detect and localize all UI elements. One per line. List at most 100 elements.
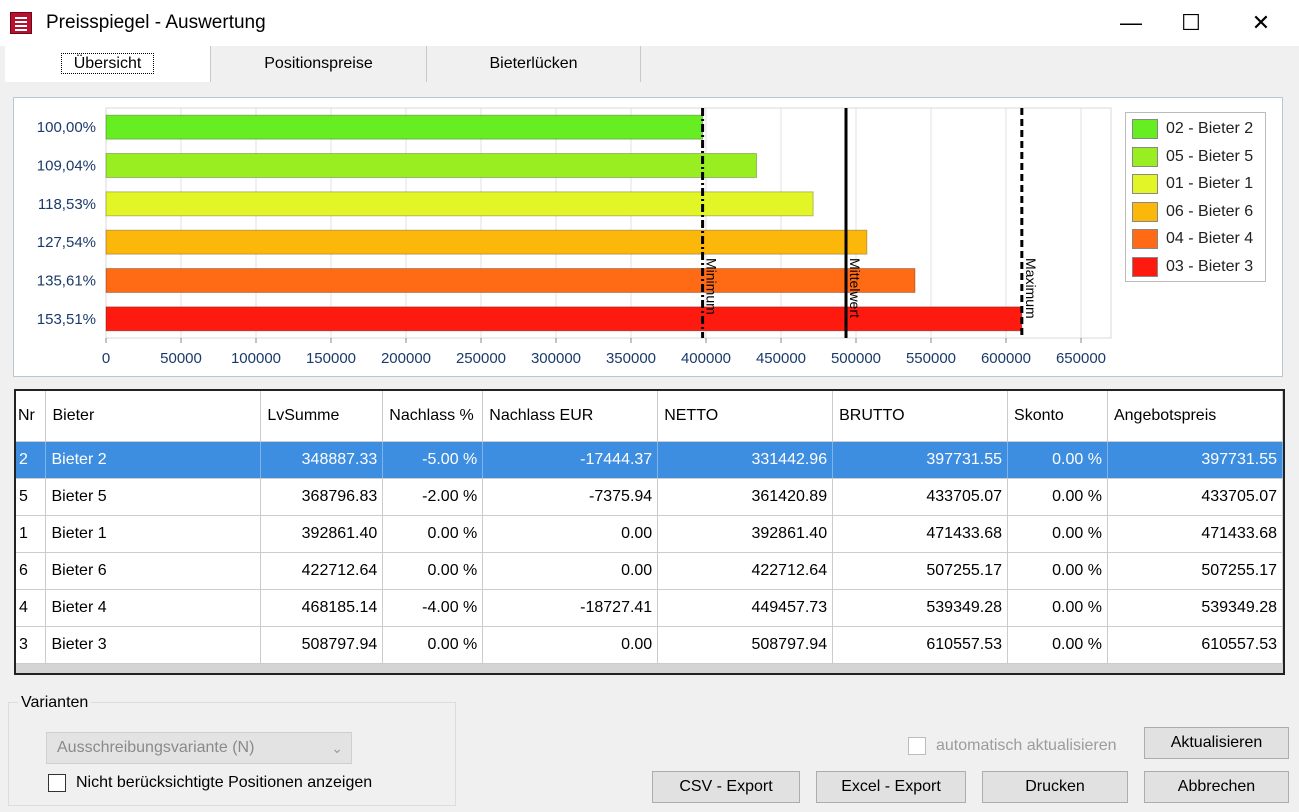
table-header-row: Nr Bieter LvSumme Nachlass % Nachlass EU…: [16, 391, 1283, 442]
maximize-button[interactable]: ☐: [1161, 0, 1221, 46]
cell-angebotspreis: 433705.07: [1107, 478, 1283, 516]
window-title: Preisspiegel - Auswertung: [46, 12, 266, 33]
cell-lvsumme: 368796.83: [260, 478, 384, 516]
axis-tick-label: 100000: [231, 350, 281, 367]
category-label: 153,51%: [37, 311, 96, 328]
cell-netto: 392861.40: [657, 515, 834, 553]
column-header-netto[interactable]: NETTO: [657, 391, 834, 442]
auto-update-checkbox: [908, 737, 926, 755]
variant-select-value: Ausschreibungsvariante (N): [57, 739, 255, 756]
tab-uebersicht-label: Übersicht: [60, 53, 155, 74]
bar: [105, 191, 814, 217]
bidder-table: Nr Bieter LvSumme Nachlass % Nachlass EU…: [16, 391, 1283, 664]
cell-netto: 361420.89: [657, 478, 834, 516]
cell-nachlass-percent: -2.00 %: [382, 478, 484, 516]
tab-bieterluecken-label: Bieterlücken: [489, 55, 578, 72]
cell-lvsumme: 392861.40: [260, 515, 384, 553]
cell-brutto: 471433.68: [832, 515, 1009, 553]
legend-swatch: [1132, 174, 1158, 194]
legend-label: 04 - Bieter 4: [1166, 230, 1254, 247]
variant-select: Ausschreibungsvariante (N) ⌄: [46, 732, 352, 764]
show-unconsidered-label: Nicht berücksichtigte Positionen anzeige…: [76, 774, 373, 791]
cell-nachlass-percent: 0.00 %: [382, 552, 484, 590]
cell-skonto: 0.00 %: [1007, 552, 1108, 590]
column-header-angebotspreis[interactable]: Angebotspreis: [1107, 391, 1283, 442]
legend-swatch: [1132, 201, 1158, 222]
app-icon: [10, 12, 32, 34]
axis-tick-label: 0: [102, 350, 110, 367]
legend-label: 06 - Bieter 6: [1166, 202, 1254, 220]
column-header-nachlass-percent[interactable]: Nachlass %: [382, 391, 484, 442]
print-button[interactable]: Drucken: [982, 771, 1128, 803]
table-row[interactable]: 3 Bieter 3 508797.94 0.00 % 0.00 508797.94 610…: [16, 626, 1283, 664]
cell-bieter: Bieter 4: [45, 589, 262, 627]
axis-tick-label: 200000: [381, 350, 431, 367]
tab-bieterluecken[interactable]: Bieterlücken: [427, 46, 641, 82]
cell-brutto: 539349.28: [832, 589, 1009, 627]
cell-nachlass-eur: 0.00: [482, 552, 659, 590]
close-button[interactable]: ✕: [1231, 0, 1291, 46]
legend-swatch: [1132, 146, 1158, 167]
cell-bieter: Bieter 1: [45, 515, 262, 553]
minimize-button[interactable]: —: [1101, 0, 1161, 46]
auto-update-label: automatisch aktualisieren: [936, 737, 1117, 754]
cell-angebotspreis: 507255.17: [1107, 552, 1283, 590]
table-row[interactable]: 5 Bieter 5 368796.83 -2.00 % -7375.94 361420.…: [16, 478, 1283, 516]
cell-brutto: 507255.17: [832, 552, 1009, 590]
table-row[interactable]: 4 Bieter 4 468185.14 -4.00 % -18727.41 449457…: [16, 589, 1283, 627]
variants-group-title: Varianten: [18, 694, 92, 712]
cell-nachlass-eur: 0.00: [482, 626, 659, 664]
legend-label: 05 - Bieter 5: [1166, 147, 1254, 165]
cancel-button[interactable]: Abbrechen: [1144, 771, 1289, 803]
cell-bieter: Bieter 5: [45, 478, 262, 516]
legend-label: 01 - Bieter 1: [1166, 175, 1254, 192]
cell-skonto: 0.00 %: [1007, 626, 1108, 664]
table-row[interactable]: 1 Bieter 1 392861.40 0.00 % 0.00 392861.40 471…: [16, 515, 1283, 553]
price-chart: 100,00% 109,04% 118,53% 127,54% 135,61% 153,5…: [37, 107, 1112, 367]
bar: [105, 229, 868, 255]
cell-lvsumme: 422712.64: [260, 552, 384, 590]
cell-skonto: 0.00 %: [1007, 441, 1108, 479]
cell-angebotspreis: 610557.53: [1107, 626, 1283, 664]
show-unconsidered-checkbox[interactable]: [48, 774, 66, 792]
reference-line-label: Maximum: [1023, 258, 1039, 319]
column-header-bieter[interactable]: Bieter: [45, 391, 262, 442]
title-bar: Preisspiegel - Auswertung — ☐ ✕: [0, 0, 1299, 46]
cell-angebotspreis: 471433.68: [1107, 515, 1283, 553]
tab-uebersicht[interactable]: Übersicht: [5, 46, 211, 82]
legend-swatch: [1132, 119, 1158, 139]
cell-netto: 331442.96: [657, 441, 834, 479]
column-header-lvsumme[interactable]: LvSumme: [260, 391, 384, 442]
column-header-nachlass-eur[interactable]: Nachlass EUR: [482, 391, 659, 442]
cell-bieter: Bieter 2: [45, 441, 262, 479]
axis-tick-label: 450000: [756, 350, 806, 367]
bar: [105, 114, 704, 140]
category-label: 109,04%: [37, 158, 96, 175]
chevron-down-icon: ⌄: [331, 740, 343, 756]
column-header-skonto[interactable]: Skonto: [1007, 391, 1108, 442]
cell-nachlass-eur: -7375.94: [482, 478, 659, 516]
cell-angebotspreis: 397731.55: [1107, 441, 1283, 479]
price-chart-panel: 100,00% 109,04% 118,53% 127,54% 135,61% 153,5…: [13, 97, 1283, 377]
cell-nr: 4: [16, 589, 47, 627]
cell-bieter: Bieter 6: [45, 552, 262, 590]
category-label: 118,53%: [38, 196, 96, 213]
table-row[interactable]: 6 Bieter 6 422712.64 0.00 % 0.00 422712.64 507…: [16, 552, 1283, 590]
csv-export-button[interactable]: CSV - Export: [652, 771, 800, 803]
bar: [105, 306, 1023, 332]
cell-nachlass-percent: 0.00 %: [382, 515, 484, 553]
table-row[interactable]: 2 Bieter 2 348887.33 -5.00 % -17444.37 331442…: [16, 441, 1283, 479]
cell-skonto: 0.00 %: [1007, 589, 1108, 627]
cell-nachlass-percent: -5.00 %: [382, 441, 484, 479]
tab-positionspreise[interactable]: Positionspreise: [211, 46, 427, 82]
axis-tick-label: 250000: [456, 350, 506, 367]
tab-positionspreise-label: Positionspreise: [264, 55, 373, 72]
cell-nachlass-eur: 0.00: [482, 515, 659, 553]
excel-export-button[interactable]: Excel - Export: [816, 771, 966, 803]
cell-netto: 449457.73: [657, 589, 834, 627]
legend-label: 02 - Bieter 2: [1166, 120, 1254, 137]
column-header-brutto[interactable]: BRUTTO: [832, 391, 1009, 442]
column-header-nr[interactable]: Nr: [16, 391, 47, 442]
cell-nachlass-percent: -4.00 %: [382, 589, 484, 627]
refresh-button[interactable]: Aktualisieren: [1144, 727, 1289, 759]
